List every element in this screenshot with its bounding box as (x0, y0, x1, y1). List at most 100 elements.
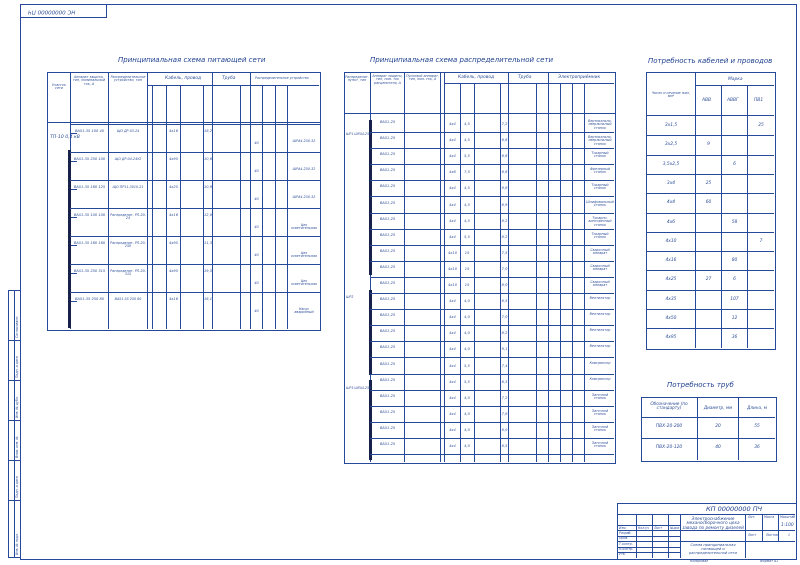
left-row-length: 12,0 (204, 213, 213, 217)
mid-head-c2: Аппарат защиты, тип, ном. ток расцепител… (372, 74, 403, 85)
mid-row-load: Вертикально-сверлильный станок (588, 135, 612, 146)
left-branch (71, 189, 77, 190)
mid-row-a: 4,0 (464, 444, 470, 448)
mid-row-sep (370, 357, 614, 358)
tb-h9 (617, 552, 680, 553)
left-row-pipe: 40 (254, 141, 259, 145)
mid-row-b: 7,0 (501, 267, 508, 271)
cable-head-mid (695, 85, 774, 86)
left-branch (71, 161, 77, 162)
mid-row-sep (370, 325, 614, 326)
left-head-c3: Распределительное устройство, тип (110, 75, 146, 83)
side-strip-d1 (8, 340, 20, 341)
side-strip-line-1 (8, 290, 9, 558)
mid-row-sep (370, 438, 614, 439)
cable-row-sep (646, 213, 774, 214)
mid-row-a: 5,5 (464, 364, 470, 368)
mid-row-a: 4,0 (464, 396, 470, 400)
mid-row-breaker: ВА51-25 (379, 233, 396, 237)
cable-row-section: 4х50 (665, 316, 677, 321)
mid-row-size: 4х4 (449, 347, 456, 351)
side-strip-d2 (8, 380, 20, 381)
left-row-sep (70, 292, 320, 293)
mid-head-c3: Пусковой аппарат, тип, ном. ток, А (406, 74, 439, 82)
cable-row-b: 6 (733, 277, 736, 282)
left-head-c1: Участок сети (52, 83, 66, 91)
mid-row-sep (370, 390, 614, 391)
mid-row-sep (370, 454, 614, 455)
mid-row-b: 7,2 (501, 122, 508, 126)
left-row-length: 18,2 (204, 129, 213, 133)
left-row-sep (70, 264, 320, 265)
side-strip-d4 (8, 460, 20, 461)
mid-row-b: 7,2 (501, 396, 508, 400)
mid-row-breaker: ВА51-25 (379, 329, 396, 333)
mid-group-3: ШР3 ШРА4-250 (346, 386, 372, 390)
mid-row-size: 4х4 (449, 315, 456, 319)
cable-col-1 (695, 72, 696, 348)
pipe-col-2 (738, 397, 739, 460)
left-row-cable: 4х16 (169, 213, 178, 217)
mid-row-sep (370, 374, 614, 375)
tb-sheet-label: Лист (748, 533, 757, 537)
mid-row-load: Сварочный аппарат (590, 248, 610, 256)
mid-bus-3 (369, 380, 372, 460)
left-row-sep (70, 236, 320, 237)
tb-stage-label: Лит. (748, 515, 756, 519)
cable-row-section: 4х10 (665, 239, 677, 244)
cable-row-sep (646, 251, 774, 252)
left-row-breaker: ВА51-35 160 160 (73, 241, 106, 245)
mid-row-breaker: ВА51-25 (379, 394, 396, 398)
mid-row-size: 4х10 (448, 251, 457, 255)
mid-row-size: 4х4 (449, 331, 456, 335)
cable-row-section: 3х4 (666, 181, 676, 186)
mid-row-a: 5,5 (464, 380, 470, 384)
mid-row-breaker: ВА51-25 (379, 168, 396, 172)
cable-row-a: 27 (705, 277, 712, 282)
mid-header-load: Электроприёмник (558, 75, 601, 80)
left-header-mid (147, 85, 319, 86)
cable-row-section: 3х1,5 (664, 123, 678, 128)
side-strip-bottom (8, 557, 20, 558)
left-row-breaker: ВА51-35 250 80 (74, 297, 105, 301)
mid-row-size: 4х4 (449, 444, 456, 448)
mid-row-load: Заточной станок (591, 425, 609, 433)
tb-scale-label: Масштаб (780, 515, 796, 519)
mid-row-size: 4х10 (448, 283, 457, 287)
left-row-length: 16,1 (204, 297, 213, 301)
mid-row-size: 4х4 (449, 186, 456, 190)
left-row-length: 11,3 (204, 241, 213, 245)
side-label-6: Согласовано (15, 316, 19, 338)
pipe-row1-name: ПВХ-20-200 (655, 424, 683, 429)
cable-row-section: 3х2,5 (664, 142, 678, 147)
mid-row-a: 4,0 (464, 412, 470, 416)
cable-row-sep (646, 290, 774, 291)
mid-col-8 (508, 72, 509, 462)
mid-row-size: 4х4 (449, 396, 456, 400)
side-label-1: Инв. № подл. (15, 533, 19, 555)
cable-row-b: 80 (731, 258, 738, 263)
mid-row-a: 4,5 (464, 219, 470, 223)
tb-sheet-name: Схема принципиальная питающей и распреде… (689, 543, 737, 555)
mid-row-size: 4х4 (449, 203, 456, 207)
left-header-bottom (47, 122, 320, 123)
mid-row-breaker: ВА51-25 (379, 345, 396, 349)
mid-row-b: 7,4 (501, 364, 508, 368)
left-row-breaker: ВА51-35 100 100 (73, 213, 106, 217)
left-col-3 (147, 72, 148, 329)
copied-label: Копировал (690, 559, 709, 563)
cable-row-section: 4х95 (665, 335, 677, 340)
tb-col-1: Изм. (619, 526, 627, 530)
mid-row-sep (370, 293, 614, 294)
cable-head-section: Число и сечение жил, мм² (651, 91, 691, 99)
mid-head-c1: Распределит. пункт, тип (345, 75, 369, 83)
mid-row-sep (370, 422, 614, 423)
cable-row-section: 4х16 (665, 258, 677, 263)
mid-row-b: 6,6 (501, 154, 508, 158)
tb-role-4: Н.контр. (619, 547, 634, 551)
mid-row-b: 8,2 (501, 235, 508, 239)
mid-row-b: 9,1 (501, 347, 508, 351)
left-row-cable: 4х95 (169, 269, 178, 273)
mid-row-a: 4,0 (464, 347, 470, 351)
mid-row-a: 4,0 (464, 299, 470, 303)
